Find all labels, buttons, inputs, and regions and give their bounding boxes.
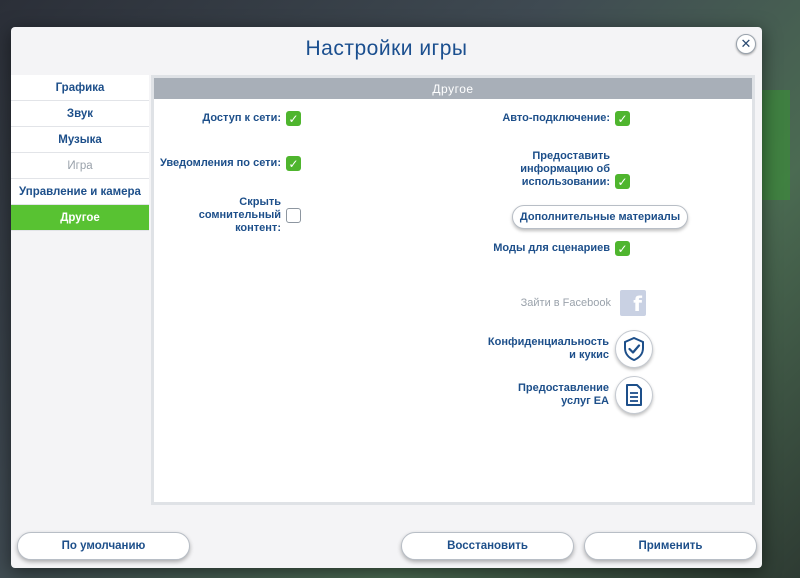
sidebar-item-sound[interactable]: Звук bbox=[11, 101, 149, 127]
other-settings-panel: Другое Доступ к сети: ✓ Уведомления по с… bbox=[151, 75, 755, 505]
script-mods-option: Моды для сценариев ✓ bbox=[493, 241, 630, 256]
ea-services-option[interactable]: Предоставление услуг EA bbox=[518, 376, 653, 414]
network-access-label: Доступ к сети: bbox=[202, 112, 281, 124]
usage-data-checkbox[interactable]: ✓ bbox=[615, 174, 630, 189]
privacy-option[interactable]: Конфиденциальность и кукис bbox=[488, 330, 653, 368]
network-notifications-label: Уведомления по сети: bbox=[159, 157, 281, 169]
document-icon bbox=[626, 384, 642, 406]
extra-materials-button[interactable]: Дополнительные материалы bbox=[512, 205, 688, 229]
panel-header: Другое bbox=[154, 78, 752, 99]
check-icon: ✓ bbox=[617, 174, 628, 189]
check-icon: ✓ bbox=[288, 111, 299, 126]
network-notifications-option: Уведомления по сети: ✓ bbox=[160, 156, 301, 171]
close-button[interactable]: ✕ bbox=[736, 34, 756, 54]
facebook-option[interactable]: Зайти в Facebook f bbox=[521, 290, 646, 316]
sidebar-item-graphics[interactable]: Графика bbox=[11, 75, 149, 101]
hide-questionable-content-option: Скрыть сомнительный контент: bbox=[199, 196, 301, 235]
script-mods-label: Моды для сценариев bbox=[493, 242, 610, 254]
usage-data-label: Предоставить информацию об использовании… bbox=[520, 150, 610, 188]
sidebar-item-other[interactable]: Другое bbox=[11, 205, 149, 231]
network-access-option: Доступ к сети: ✓ bbox=[202, 111, 301, 126]
usage-data-option: Предоставить информацию об использовании… bbox=[520, 150, 630, 189]
sidebar-item-game[interactable]: Игра bbox=[11, 153, 149, 179]
ea-services-label: Предоставление услуг EA bbox=[517, 382, 609, 407]
apply-button[interactable]: Применить bbox=[584, 532, 757, 560]
sidebar-item-music[interactable]: Музыка bbox=[11, 127, 149, 153]
shield-check-icon bbox=[624, 337, 644, 361]
script-mods-checkbox[interactable]: ✓ bbox=[615, 241, 630, 256]
check-icon: ✓ bbox=[288, 156, 299, 171]
network-access-checkbox[interactable]: ✓ bbox=[286, 111, 301, 126]
restore-button[interactable]: Восстановить bbox=[401, 532, 574, 560]
ea-services-button[interactable] bbox=[615, 376, 653, 414]
network-notifications-checkbox[interactable]: ✓ bbox=[286, 156, 301, 171]
facebook-label: Зайти в Facebook bbox=[520, 296, 611, 309]
settings-sidebar: Графика Звук Музыка Игра Управление и ка… bbox=[11, 75, 149, 231]
auto-connect-option: Авто-подключение: ✓ bbox=[502, 111, 630, 126]
privacy-button[interactable] bbox=[615, 330, 653, 368]
facebook-icon[interactable]: f bbox=[620, 290, 646, 316]
settings-dialog: Настройки игры ✕ Графика Звук Музыка Игр… bbox=[11, 27, 762, 568]
dialog-title: Настройки игры bbox=[305, 37, 468, 60]
auto-connect-checkbox[interactable]: ✓ bbox=[615, 111, 630, 126]
default-button[interactable]: По умолчанию bbox=[17, 532, 190, 560]
check-icon: ✓ bbox=[617, 241, 628, 256]
auto-connect-label: Авто-подключение: bbox=[502, 112, 610, 124]
check-icon: ✓ bbox=[617, 111, 628, 126]
close-icon: ✕ bbox=[740, 36, 752, 51]
hide-content-label: Скрыть сомнительный контент: bbox=[198, 196, 281, 234]
hide-content-checkbox[interactable] bbox=[286, 208, 301, 223]
sidebar-item-controls-camera[interactable]: Управление и камера bbox=[11, 179, 149, 205]
privacy-label: Конфиденциальность и кукис bbox=[487, 336, 609, 361]
